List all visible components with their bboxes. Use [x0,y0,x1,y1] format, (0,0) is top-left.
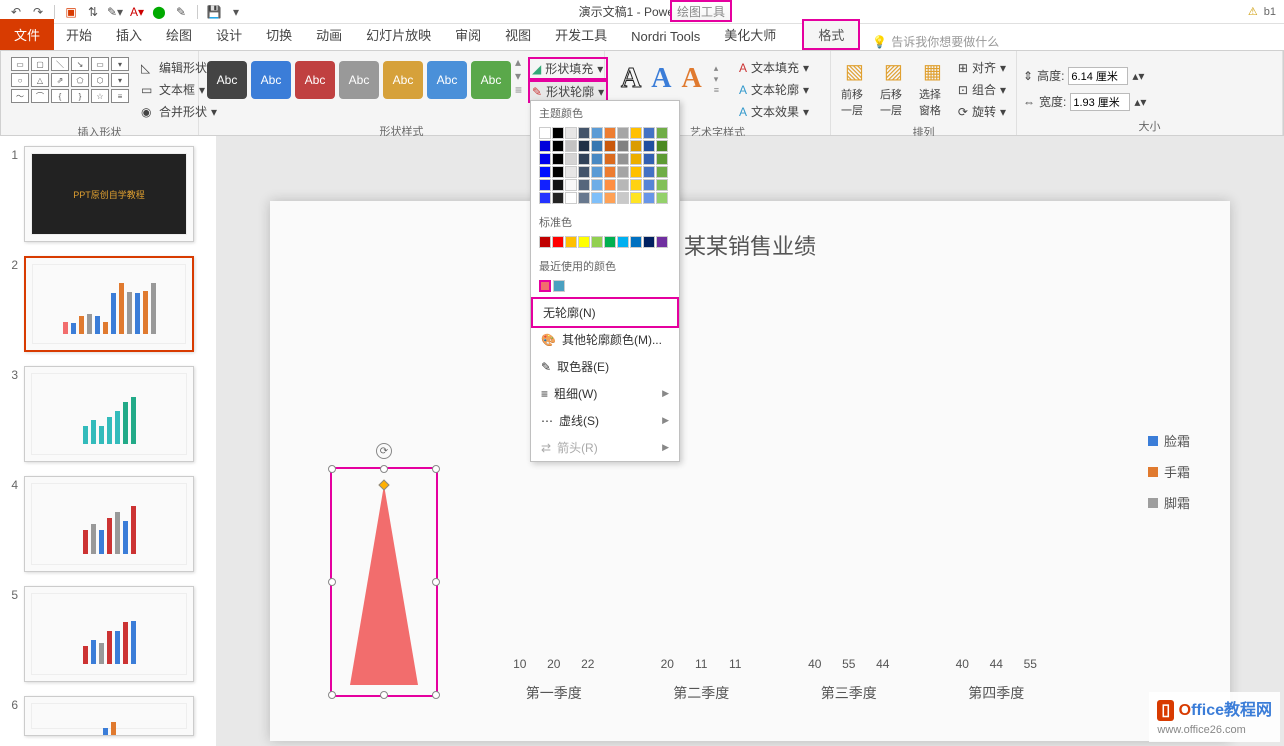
text-fill-button[interactable]: A文本填充 ▾ [735,57,813,78]
style-swatch[interactable]: Abc [383,61,423,99]
tab-design[interactable]: 设计 [204,21,254,50]
tab-developer[interactable]: 开发工具 [543,21,619,50]
height-input[interactable]: ⇕ 高度: ▴▾ [1023,65,1144,87]
tab-review[interactable]: 审阅 [443,21,493,50]
slide-thumbnail-5[interactable] [24,586,194,682]
slide-thumbnails-panel: 1 PPT原创自学教程 2 3 4 5 6 [0,136,216,746]
recent-color-swatch[interactable] [553,280,565,292]
more-colors-item[interactable]: 🎨 其他轮廓颜色(M)... [531,326,679,353]
tab-draw[interactable]: 绘图 [154,21,204,50]
resize-handle[interactable] [432,465,440,473]
resize-handle[interactable] [432,691,440,699]
wordart-style[interactable]: A [681,63,701,95]
tell-me-search[interactable]: 💡 告诉我你想要做什么 [872,33,999,50]
warning-icon[interactable]: ⚠ [1248,5,1258,18]
tab-format[interactable]: 格式 [802,19,860,50]
no-outline-item[interactable]: 无轮廓(N) [531,297,679,328]
resize-handle[interactable] [328,691,336,699]
font-color-icon[interactable]: A▾ [129,4,145,20]
tab-insert[interactable]: 插入 [104,21,154,50]
group-button[interactable]: ⊡ 组合 ▾ [954,79,1010,100]
recent-color-swatch[interactable] [539,280,551,292]
watermark-url: www.office26.com [1157,724,1245,736]
arrows-item: ⇄ 箭头(R)▶ [531,434,679,461]
slide[interactable]: 某某销售业绩 ⟳ 102022第一季度201111第二季度405544第三季度4… [270,201,1230,741]
style-swatch[interactable]: Abc [251,61,291,99]
ribbon-tabs: 文件 开始 插入 绘图 设计 切换 动画 幻灯片放映 审阅 视图 开发工具 No… [0,24,1284,50]
align-button[interactable]: ⊞ 对齐 ▾ [954,57,1010,78]
start-slideshow-icon[interactable]: ▣ [63,4,79,20]
eyedropper-item[interactable]: ✎ 取色器(E) [531,353,679,380]
tab-nordri[interactable]: Nordri Tools [619,25,712,50]
style-swatch[interactable]: Abc [427,61,467,99]
text-effects-button[interactable]: A文本效果 ▾ [735,101,813,122]
user-name: b1 [1264,6,1276,18]
watermark-brand: ffice教程网 [1191,702,1272,719]
selection-pane-button[interactable]: ▦选择窗格 [915,53,950,118]
width-input[interactable]: ⇔ 宽度: ▴▾ [1023,91,1146,113]
merge-shapes-button[interactable]: ◉合并形状 ▾ [137,101,221,122]
wordart-style[interactable]: A [651,63,671,95]
resize-handle[interactable] [432,578,440,586]
standard-color-row[interactable] [531,234,679,254]
group-size-label: 大小 [1023,116,1276,134]
theme-color-grid[interactable] [531,125,679,210]
dashes-item[interactable]: ⋯ 虚线(S)▶ [531,407,679,434]
quick-access-toolbar: ↶ ↷ ▣ ⇅ ✎▾ A▾ ⬤ ✎ 💾 ▾ [8,4,244,20]
style-swatch[interactable]: Abc [471,61,511,99]
standard-colors-label: 标准色 [531,210,679,234]
resize-handle[interactable] [380,465,388,473]
chart-title: 某某销售业绩 [270,229,1230,261]
redo-icon[interactable]: ↷ [30,4,46,20]
tab-home[interactable]: 开始 [54,21,104,50]
slide-thumbnail-2[interactable] [24,256,194,352]
chart-legend: 脸霜手霜脚霜 [1148,431,1190,512]
tab-beautify[interactable]: 美化大师 [712,21,788,50]
context-tab-drawing-tools[interactable]: 绘图工具 [670,0,732,22]
touch-mode-icon[interactable]: ⇅ [85,4,101,20]
tab-animations[interactable]: 动画 [304,21,354,50]
undo-icon[interactable]: ↶ [8,4,24,20]
shape-outline-dropdown: 主题颜色 标准色 最近使用的颜色 无轮廓(N) 🎨 其他轮廓颜色(M)... ✎… [530,100,680,462]
slide-thumbnail-6[interactable] [24,696,194,736]
slide-thumbnail-4[interactable] [24,476,194,572]
resize-handle[interactable] [380,691,388,699]
slide-thumbnail-3[interactable] [24,366,194,462]
customize-qat-icon[interactable]: ▾ [228,4,244,20]
theme-colors-label: 主题颜色 [531,101,679,125]
tab-file[interactable]: 文件 [0,19,54,50]
resize-handle[interactable] [328,578,336,586]
shape-fill-button[interactable]: ◢形状填充 ▾ [528,57,608,80]
style-swatch[interactable]: Abc [295,61,335,99]
edit-shape-button[interactable]: ◺编辑形状 ▾ [137,57,221,78]
tab-view[interactable]: 视图 [493,21,543,50]
tab-transitions[interactable]: 切换 [254,21,304,50]
selected-triangle-shape[interactable]: ⟳ [330,467,438,697]
triangle-shape[interactable] [350,485,418,685]
wordart-style[interactable]: A [621,63,641,95]
resize-handle[interactable] [328,465,336,473]
text-outline-button[interactable]: A文本轮廓 ▾ [735,79,813,100]
tab-slideshow[interactable]: 幻灯片放映 [354,21,443,50]
rotate-button[interactable]: ⟳ 旋转 ▾ [954,101,1010,122]
format-painter-icon[interactable]: ✎▾ [107,4,123,20]
recent-color-row[interactable] [531,278,679,298]
rotate-handle-icon[interactable]: ⟳ [376,443,392,459]
shapes-gallery[interactable]: ▭▢＼↘▭▾ ○△⇗⬠⬡▾ 〜⌒{}☆≡ [7,53,133,107]
text-box-button[interactable]: ▭文本框 ▾ [137,79,221,100]
eyedropper-icon[interactable]: ✎ [173,4,189,20]
slide-thumbnail-1[interactable]: PPT原创自学教程 [24,146,194,242]
weight-item[interactable]: ≡ 粗细(W)▶ [531,380,679,407]
send-backward-button[interactable]: ▨后移一层 [876,53,911,118]
style-swatch[interactable]: Abc [339,61,379,99]
watermark: ▯ Office教程网 www.office26.com [1149,692,1280,742]
status-icon[interactable]: ⬤ [151,4,167,20]
save-icon[interactable]: 💾 [206,4,222,20]
bring-forward-button[interactable]: ▧前移一层 [837,53,872,118]
recent-colors-label: 最近使用的颜色 [531,254,679,278]
slide-canvas[interactable]: 某某销售业绩 ⟳ 102022第一季度201111第二季度405544第三季度4… [216,136,1284,746]
